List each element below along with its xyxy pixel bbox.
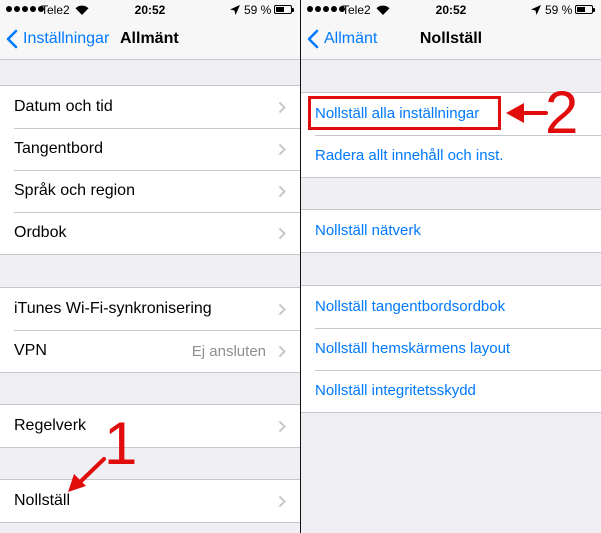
row-regulatory[interactable]: Regelverk (0, 405, 300, 447)
row-label: Nollställ nätverk (315, 222, 421, 239)
settings-group-3: Regelverk (0, 404, 300, 448)
battery-percent: 59 % (244, 3, 272, 17)
settings-group-1: Datum och tid Tangentbord Språk och regi… (0, 85, 300, 255)
reset-home-layout-button[interactable]: Nollställ hemskärmens layout (301, 328, 601, 370)
row-label: Nollställ alla inställningar (315, 105, 480, 122)
row-label: Regelverk (14, 417, 87, 434)
status-bar: Tele2 20:52 59 % (301, 0, 601, 20)
battery-icon (575, 5, 595, 14)
chevron-right-icon (278, 303, 286, 316)
row-label: Nollställ integritetsskydd (315, 382, 476, 399)
row-label: Nollställ hemskärmens layout (315, 340, 511, 357)
reset-privacy-button[interactable]: Nollställ integritetsskydd (301, 370, 601, 412)
row-label: Ordbok (14, 224, 67, 241)
row-label: Nollställ tangentbordsordbok (315, 298, 506, 315)
reset-screen: Tele2 20:52 59 % Allmänt Nollställ Nolls… (301, 0, 601, 533)
row-date-time[interactable]: Datum och tid (0, 86, 300, 128)
general-settings-screen: Tele2 20:52 59 % Inställningar Allmänt D… (0, 0, 300, 533)
row-vpn[interactable]: VPN Ej ansluten (0, 330, 300, 372)
annotation-arrow-icon (68, 457, 106, 492)
page-title: Allmänt (120, 30, 179, 47)
annotation-arrow-icon (506, 103, 548, 123)
reset-group-3: Nollställ tangentbordsordbok Nollställ h… (301, 285, 601, 413)
row-dictionary[interactable]: Ordbok (0, 212, 300, 254)
location-arrow-icon (230, 5, 240, 15)
reset-group-2: Nollställ nätverk (301, 209, 601, 253)
status-bar: Tele2 20:52 59 % (0, 0, 300, 20)
row-language-region[interactable]: Språk och region (0, 170, 300, 212)
back-button-label: Inställningar (23, 30, 110, 47)
annotation-number-2: 2 (545, 79, 579, 146)
row-keyboard[interactable]: Tangentbord (0, 128, 300, 170)
chevron-right-icon (278, 420, 286, 433)
row-label: Språk och region (14, 182, 135, 199)
chevron-right-icon (278, 185, 286, 198)
row-label: Nollställ (14, 492, 71, 509)
chevron-right-icon (278, 143, 286, 156)
settings-group-4: Nollställ (0, 479, 300, 523)
chevron-right-icon (278, 495, 286, 508)
location-arrow-icon (531, 5, 541, 15)
battery-icon (274, 5, 294, 14)
chevron-left-icon (6, 29, 18, 49)
row-label: VPN (14, 342, 47, 359)
chevron-right-icon (278, 101, 286, 114)
navigation-bar: Inställningar Allmänt (0, 20, 300, 60)
back-button[interactable]: Inställningar (6, 29, 109, 49)
row-label: Tangentbord (14, 140, 103, 157)
row-itunes-wifi-sync[interactable]: iTunes Wi-Fi-synkronisering (0, 288, 300, 330)
navigation-bar: Allmänt Nollställ (301, 20, 601, 60)
row-label: Datum och tid (14, 98, 113, 115)
battery-percent: 59 % (545, 3, 573, 17)
reset-network-button[interactable]: Nollställ nätverk (301, 210, 601, 252)
reset-keyboard-dictionary-button[interactable]: Nollställ tangentbordsordbok (301, 286, 601, 328)
row-reset[interactable]: Nollställ (0, 480, 300, 522)
chevron-right-icon (278, 227, 286, 240)
chevron-right-icon (278, 345, 286, 358)
row-label: iTunes Wi-Fi-synkronisering (14, 300, 212, 317)
page-title: Nollställ (419, 30, 483, 47)
row-label: Radera allt innehåll och inst. (315, 147, 504, 164)
settings-group-2: iTunes Wi-Fi-synkronisering VPN Ej anslu… (0, 287, 300, 373)
vpn-status-value: Ej ansluten (191, 343, 266, 360)
